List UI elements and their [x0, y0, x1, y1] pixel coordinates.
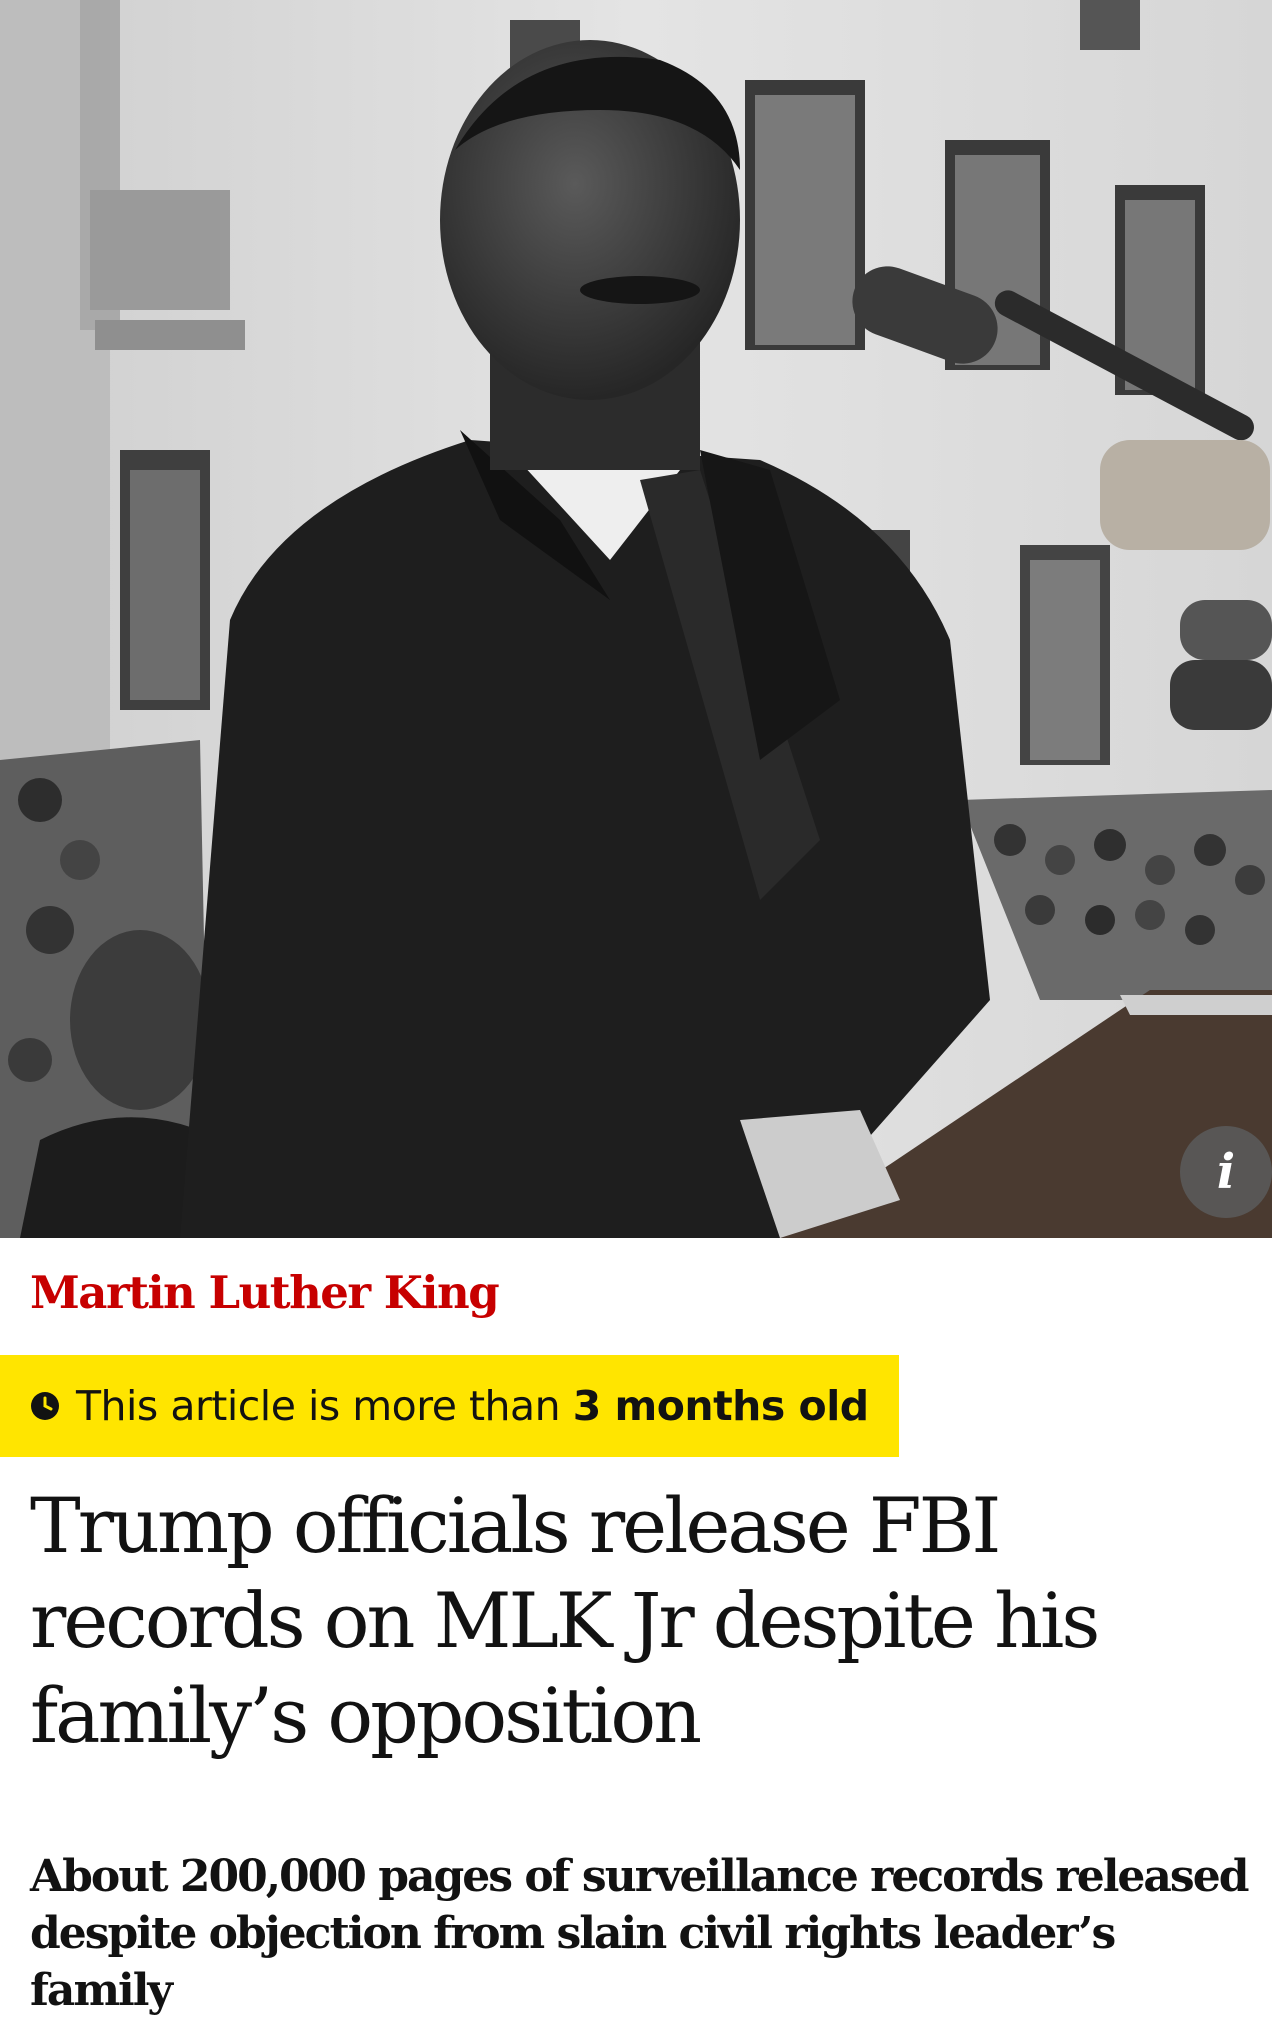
- article-age-warning: This article is more than 3 months old: [0, 1355, 899, 1457]
- hero-image: i: [0, 0, 1272, 1238]
- article-headline: Trump officials release FBI records on M…: [30, 1481, 1100, 1760]
- hero-photo: [0, 0, 1272, 1238]
- info-icon[interactable]: i: [1180, 1126, 1272, 1218]
- clock-icon: [30, 1391, 60, 1421]
- age-warning-duration: 3 months old: [572, 1382, 869, 1430]
- section-label[interactable]: Martin Luther King: [30, 1262, 500, 1324]
- age-warning-prefix: This article is more than: [76, 1382, 573, 1430]
- article-standfirst: About 200,000 pages of surveillance reco…: [30, 1851, 1249, 2016]
